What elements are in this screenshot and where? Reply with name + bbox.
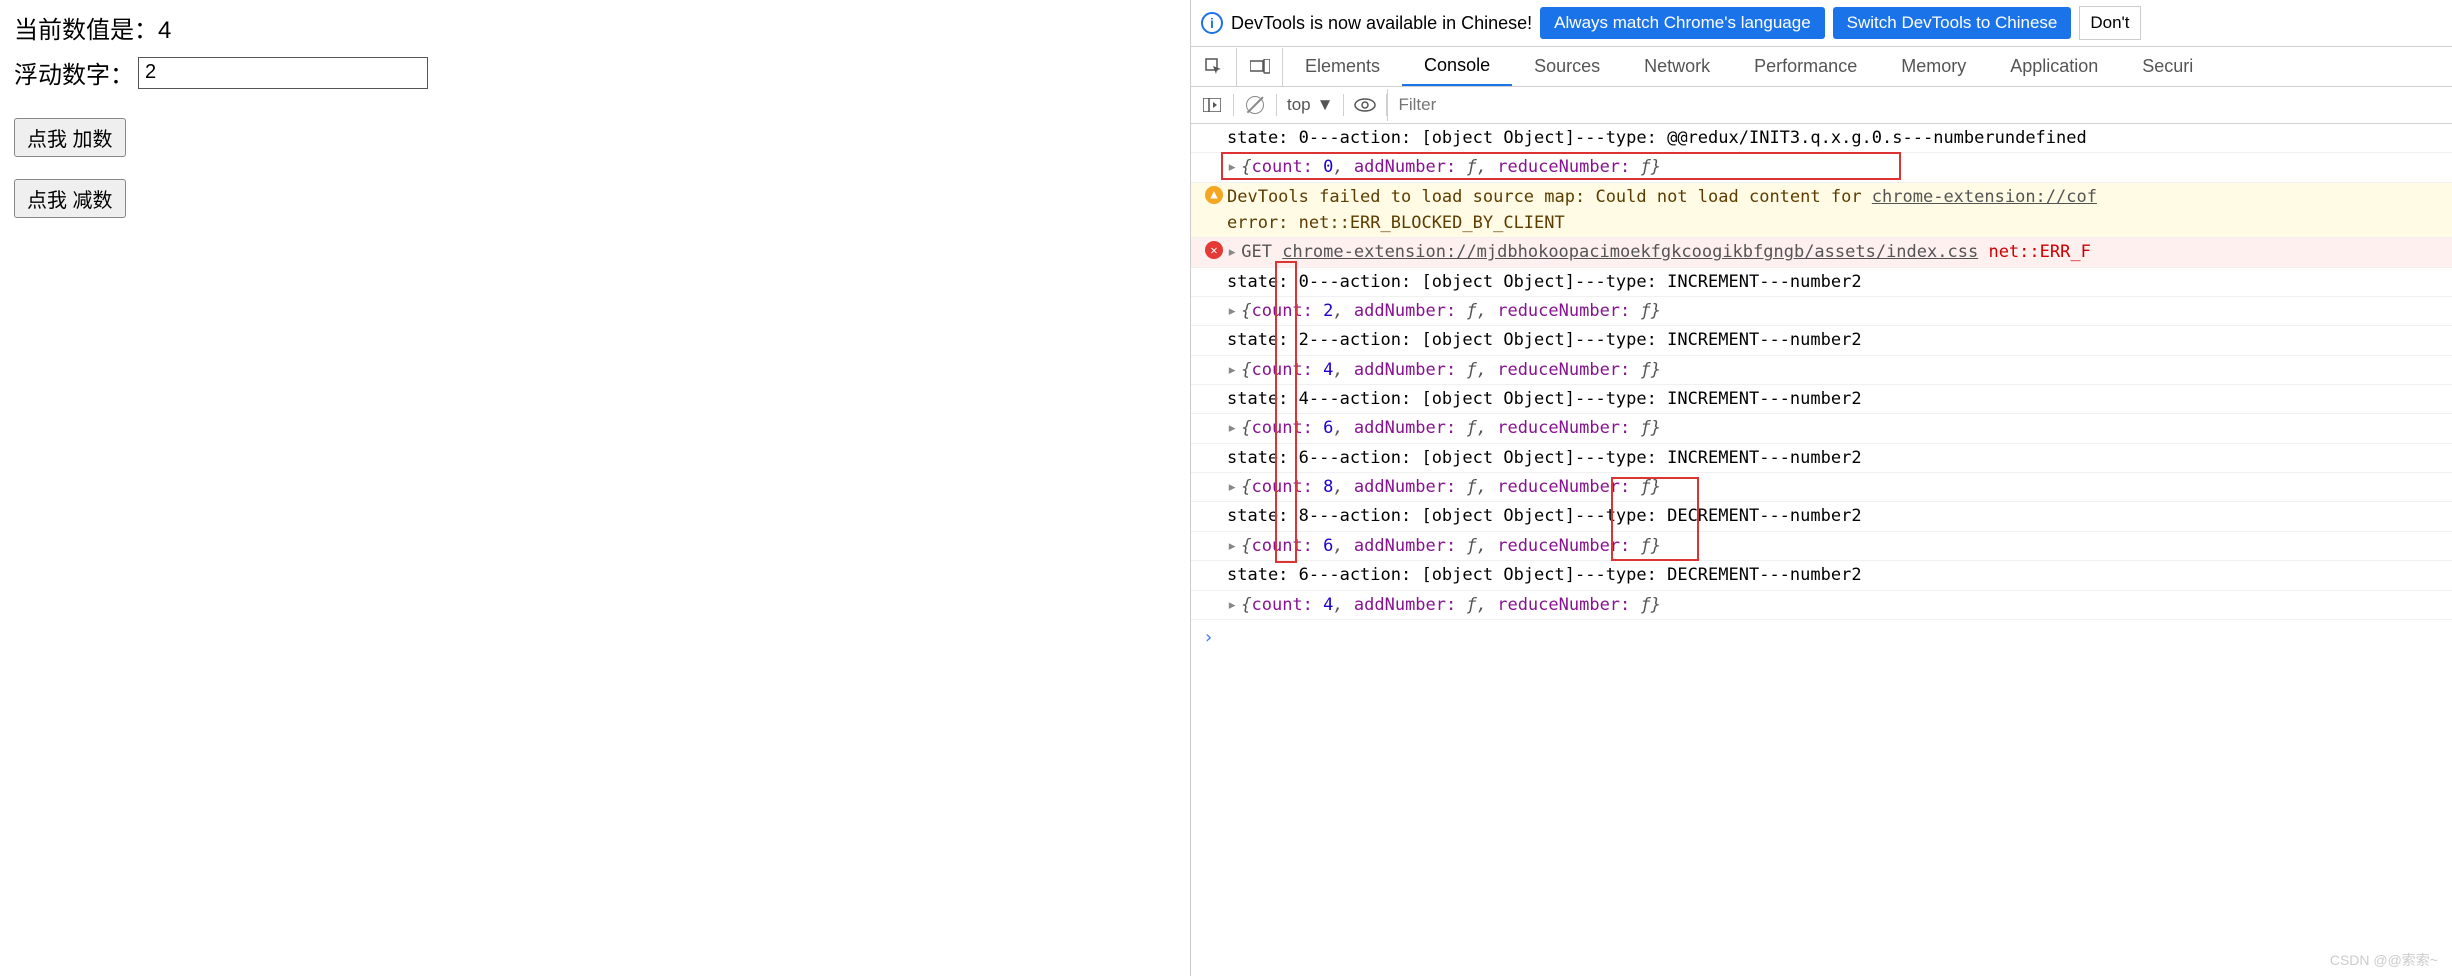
log-object[interactable]: {count: 4, addNumber: ƒ, reduceNumber: ƒ… [1241,360,1661,380]
chevron-down-icon: ▼ [1317,95,1334,115]
switch-language-button[interactable]: Switch DevTools to Chinese [1833,7,2072,39]
context-label: top [1287,95,1311,115]
add-button[interactable]: 点我 加数 [14,118,126,157]
log-row: ▸{count: 4, addNumber: ƒ, reduceNumber: … [1191,356,2452,385]
current-value: 4 [158,17,171,44]
dont-show-button[interactable]: Don't [2079,6,2140,40]
tab-memory[interactable]: Memory [1879,48,1988,85]
log-row: state: 4---action: [object Object]---typ… [1191,385,2452,414]
log-text: state: 2---action: [object Object]---typ… [1227,327,2446,353]
expand-icon[interactable]: ▸ [1227,357,1237,383]
tab-performance[interactable]: Performance [1732,48,1879,85]
warn-text: DevTools failed to load source map: Coul… [1227,187,1872,207]
warning-icon: ▲ [1205,186,1223,204]
expand-icon[interactable]: ▸ [1227,298,1237,324]
float-input-row: 浮动数字： [14,55,1176,90]
warn-text-2: error: net::ERR_BLOCKED_BY_CLIENT [1227,213,1565,233]
expand-icon[interactable]: ▸ [1227,239,1237,265]
match-language-button[interactable]: Always match Chrome's language [1540,7,1824,39]
live-expression-icon[interactable] [1344,87,1386,123]
console-toolbar: top ▼ [1191,87,2452,124]
log-row: state: 2---action: [object Object]---typ… [1191,326,2452,355]
tab-network[interactable]: Network [1622,48,1732,85]
log-row: state: 6---action: [object Object]---typ… [1191,444,2452,473]
log-row: state: 6---action: [object Object]---typ… [1191,561,2452,590]
log-row: ▸{count: 6, addNumber: ƒ, reduceNumber: … [1191,532,2452,561]
log-row-warning: ▲DevTools failed to load source map: Cou… [1191,183,2452,239]
error-icon: ✕ [1205,241,1223,259]
log-text: state: 0---action: [object Object]---typ… [1227,125,2446,151]
warn-link[interactable]: chrome-extension://cof [1872,187,2097,207]
toggle-sidebar-icon[interactable] [1191,87,1233,123]
log-object[interactable]: {count: 0, addNumber: ƒ, reduceNumber: ƒ… [1241,157,1661,177]
log-row: state: 0---action: [object Object]---typ… [1191,268,2452,297]
tab-security[interactable]: Securi [2120,48,2215,85]
log-object[interactable]: {count: 4, addNumber: ƒ, reduceNumber: ƒ… [1241,595,1661,615]
devtools-pane: i DevTools is now available in Chinese! … [1190,0,2452,976]
log-text: state: 4---action: [object Object]---typ… [1227,386,2446,412]
clear-console-icon[interactable] [1234,87,1276,123]
tab-application[interactable]: Application [1988,48,2120,85]
tab-elements[interactable]: Elements [1283,48,1402,85]
log-object[interactable]: {count: 6, addNumber: ƒ, reduceNumber: ƒ… [1241,418,1661,438]
expand-icon[interactable]: ▸ [1227,474,1237,500]
log-row-error: ✕▸GET chrome-extension://mjdbhokoopacimo… [1191,238,2452,267]
log-text: state: 8---action: [object Object]---typ… [1227,503,2446,529]
console-output: state: 0---action: [object Object]---typ… [1191,124,2452,976]
filter-input[interactable] [1387,89,2452,121]
info-icon: i [1201,12,1223,34]
log-row: state: 8---action: [object Object]---typ… [1191,502,2452,531]
expand-icon[interactable]: ▸ [1227,533,1237,559]
log-text: state: 6---action: [object Object]---typ… [1227,562,2446,588]
log-text: state: 6---action: [object Object]---typ… [1227,445,2446,471]
error-tail: net::ERR_F [1988,242,2090,262]
log-row: ▸{count: 4, addNumber: ƒ, reduceNumber: … [1191,591,2452,620]
watermark: CSDN @@索索~ [2330,950,2438,970]
current-value-label: 当前数值是：4 [14,10,1176,45]
inspect-icon[interactable] [1191,48,1237,86]
http-method: GET [1241,242,1272,262]
float-label: 浮动数字： [14,55,134,90]
log-row: ▸{count: 6, addNumber: ƒ, reduceNumber: … [1191,414,2452,443]
log-text: state: 0---action: [object Object]---typ… [1227,269,2446,295]
infobar-text: DevTools is now available in Chinese! [1231,13,1532,34]
device-toggle-icon[interactable] [1237,48,1283,86]
error-url[interactable]: chrome-extension://mjdbhokoopacimoekfgkc… [1282,242,1978,262]
tab-sources[interactable]: Sources [1512,48,1622,85]
float-input[interactable] [138,57,428,89]
log-object[interactable]: {count: 8, addNumber: ƒ, reduceNumber: ƒ… [1241,477,1661,497]
log-row: state: 0---action: [object Object]---typ… [1191,124,2452,153]
reduce-button[interactable]: 点我 减数 [14,179,126,218]
devtools-tabs: Elements Console Sources Network Perform… [1191,47,2452,87]
log-row: ▸{count: 0, addNumber: ƒ, reduceNumber: … [1191,153,2452,182]
context-selector[interactable]: top ▼ [1277,95,1343,115]
tab-console[interactable]: Console [1402,47,1512,86]
log-row: ▸{count: 8, addNumber: ƒ, reduceNumber: … [1191,473,2452,502]
log-object[interactable]: {count: 2, addNumber: ƒ, reduceNumber: ƒ… [1241,301,1661,321]
language-infobar: i DevTools is now available in Chinese! … [1191,0,2452,47]
console-prompt[interactable]: › [1191,620,2452,656]
app-pane: 当前数值是：4 浮动数字： 点我 加数 点我 减数 [0,0,1190,976]
expand-icon[interactable]: ▸ [1227,154,1237,180]
expand-icon[interactable]: ▸ [1227,592,1237,618]
expand-icon[interactable]: ▸ [1227,415,1237,441]
log-object[interactable]: {count: 6, addNumber: ƒ, reduceNumber: ƒ… [1241,536,1661,556]
log-row: ▸{count: 2, addNumber: ƒ, reduceNumber: … [1191,297,2452,326]
current-prefix: 当前数值是： [14,17,158,44]
